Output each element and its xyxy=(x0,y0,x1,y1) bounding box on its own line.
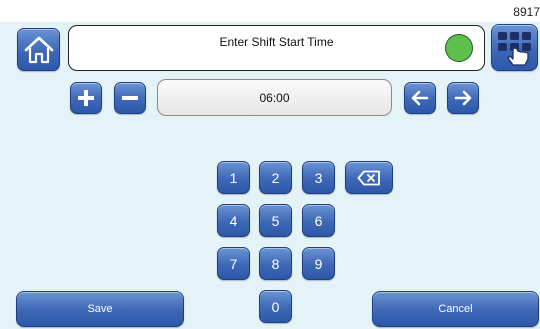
backspace-icon xyxy=(357,170,380,185)
keypad-hand-icon xyxy=(497,31,531,66)
keypad-key-1[interactable]: 1 xyxy=(217,161,250,194)
time-value-field[interactable]: 06:00 xyxy=(157,79,392,116)
plus-icon xyxy=(78,90,94,106)
decrement-button[interactable] xyxy=(114,82,146,114)
previous-button[interactable] xyxy=(404,82,436,114)
cancel-button[interactable]: Cancel xyxy=(372,291,539,327)
keypad-key-6[interactable]: 6 xyxy=(302,204,335,237)
minus-icon xyxy=(122,96,138,100)
keypad-key-9[interactable]: 9 xyxy=(302,247,335,280)
keypad-key-7[interactable]: 7 xyxy=(217,247,250,280)
page-title: Enter Shift Start Time xyxy=(219,35,334,49)
top-strip xyxy=(0,0,540,22)
keypad-key-0[interactable]: 0 xyxy=(259,290,292,323)
arrow-right-icon xyxy=(454,90,472,106)
keypad-key-5[interactable]: 5 xyxy=(259,204,292,237)
home-button[interactable] xyxy=(17,28,60,71)
backspace-button[interactable] xyxy=(345,161,393,194)
arrow-left-icon xyxy=(411,90,429,106)
increment-button[interactable] xyxy=(70,82,102,114)
save-button[interactable]: Save xyxy=(16,291,184,327)
home-icon xyxy=(24,36,53,63)
keypad-key-4[interactable]: 4 xyxy=(217,204,250,237)
status-indicator xyxy=(445,34,473,62)
keypad-key-8[interactable]: 8 xyxy=(259,247,292,280)
keypad-key-2[interactable]: 2 xyxy=(259,161,292,194)
time-value: 06:00 xyxy=(259,90,290,105)
title-panel: Enter Shift Start Time xyxy=(68,25,485,71)
keypad-key-3[interactable]: 3 xyxy=(302,161,335,194)
menu-grid-button[interactable] xyxy=(491,24,538,71)
next-button[interactable] xyxy=(447,82,479,114)
device-id: 8917 xyxy=(513,5,540,19)
